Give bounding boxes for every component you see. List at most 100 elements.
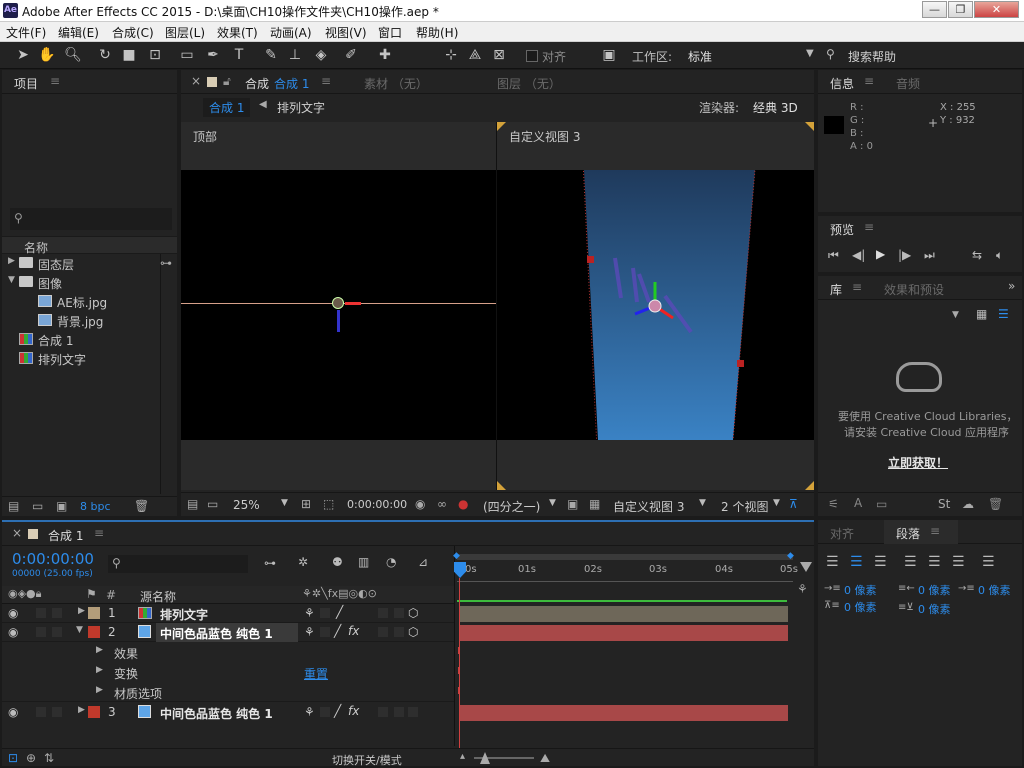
in-out-panes-icon[interactable]: ⇅ — [44, 751, 54, 765]
eraser-tool-icon[interactable]: ◈ — [312, 46, 330, 64]
always-preview-icon[interactable]: ▤ — [187, 497, 198, 511]
indent-first-value[interactable]: 0 像素 — [978, 582, 1011, 598]
solo-switch[interactable] — [36, 627, 46, 637]
local-axis-icon[interactable]: ⊹ — [442, 46, 460, 64]
align-center-icon[interactable]: ☰ — [850, 554, 863, 570]
workspace-dropdown-icon[interactable]: ▼ — [806, 48, 814, 59]
transparency-grid-icon[interactable]: ▦ — [589, 497, 600, 511]
quality-switch-icon[interactable]: ╱ — [334, 624, 341, 638]
zoom-in-icon[interactable]: ⛰ — [540, 751, 550, 766]
transfer-controls-icon[interactable]: ⊕ — [26, 751, 36, 765]
work-area-start-handle[interactable]: ◆ — [453, 551, 460, 561]
workspace-select[interactable]: 标准 — [688, 48, 712, 65]
layer-tab[interactable]: 图层 （无） — [497, 75, 561, 92]
tab-audio[interactable]: 音频 — [896, 75, 920, 92]
motion-blur-switch[interactable] — [394, 608, 404, 618]
resolution-grid-icon[interactable]: ⊞ — [301, 497, 311, 511]
property-name[interactable]: 效果 — [114, 645, 138, 662]
comp-marker-bin-icon[interactable] — [800, 562, 812, 572]
menu-file[interactable]: 文件(F) — [6, 24, 46, 41]
expand-arrow-icon[interactable]: ▶ — [8, 256, 15, 266]
3d-layer-switch-icon[interactable]: ⬡ — [408, 606, 418, 620]
interpret-footage-icon[interactable]: ▤ — [8, 499, 19, 513]
comp-mini-flowchart-icon[interactable]: ⊶ — [264, 556, 276, 570]
collapse-switch[interactable] — [320, 627, 330, 637]
collapse-switch[interactable] — [320, 608, 330, 618]
visibility-eye-icon[interactable]: ◉ — [8, 625, 18, 639]
anchor-point-icon[interactable] — [332, 297, 344, 309]
indent-left-value[interactable]: 0 像素 — [844, 582, 877, 598]
fast-preview-icon[interactable]: ▣ — [567, 497, 578, 511]
shy-switch-icon[interactable]: ⚘ — [304, 705, 315, 719]
tab-align[interactable]: 对齐 — [830, 525, 854, 542]
lock-switch[interactable] — [52, 627, 62, 637]
fx-switch-icon[interactable]: fx — [348, 704, 359, 718]
quality-switch-icon[interactable]: ╱ — [336, 605, 343, 619]
expand-arrow-icon[interactable]: ▶ — [96, 685, 103, 695]
visibility-eye-icon[interactable]: ◉ — [8, 705, 18, 719]
rotate-tool-icon[interactable]: ↻ — [96, 46, 114, 64]
type-tool-icon[interactable]: T — [230, 46, 248, 64]
view-select[interactable]: 自定义视图 3 — [613, 498, 684, 515]
project-search-input[interactable]: ⚲ — [10, 208, 172, 230]
pan-behind-tool-icon[interactable]: ⊡ — [146, 46, 164, 64]
layer-switches-icon[interactable]: ⊡ — [8, 751, 18, 765]
project-panel-title[interactable]: 项目 — [14, 75, 38, 92]
tab-library[interactable]: 库 — [830, 281, 842, 298]
graph-editor-icon[interactable]: ⊿ — [418, 555, 428, 569]
property-name[interactable]: 材质选项 — [114, 685, 162, 702]
label-swatch[interactable] — [88, 607, 100, 619]
3d-layer-switch-icon[interactable]: ⬡ — [408, 625, 418, 639]
next-frame-icon[interactable]: |▶ — [898, 248, 911, 262]
menu-animation[interactable]: 动画(A) — [270, 24, 312, 41]
property-name[interactable]: 变换 — [114, 665, 138, 682]
motion-blur-icon[interactable]: ◔ — [386, 555, 396, 569]
col-source-name[interactable]: 源名称 — [140, 588, 176, 605]
top-view[interactable]: 顶部 — [181, 122, 496, 490]
maximize-button[interactable]: ❐ — [948, 1, 973, 18]
menu-edit[interactable]: 编辑(E) — [58, 24, 99, 41]
visibility-eye-icon[interactable]: ◉ — [8, 606, 18, 620]
comp-button-icon[interactable]: ⚘ — [797, 582, 808, 596]
panel-menu-icon[interactable]: ≡ — [864, 220, 874, 234]
zoom-tool-icon[interactable]: 🔍︎ — [64, 46, 82, 64]
time-ruler[interactable]: 0s 01s 02s 03s 04s 05s — [457, 564, 798, 582]
3d-layer-switch[interactable] — [408, 707, 418, 717]
sync-icon[interactable]: ☁ — [962, 497, 974, 511]
motion-blur-switch[interactable] — [394, 707, 404, 717]
expand-arrow-icon[interactable]: ▶ — [96, 645, 103, 655]
panel-menu-icon[interactable]: ≡ — [94, 526, 104, 540]
work-area-bar[interactable] — [457, 554, 793, 560]
list-item[interactable]: 背景.jpg — [2, 311, 160, 330]
selection-tool-icon[interactable]: ➤ — [14, 46, 32, 64]
top-viewport[interactable] — [181, 170, 496, 440]
property-row-transform[interactable]: ▶ 变换 重置 — [2, 662, 454, 682]
view-axis-icon[interactable]: ⊠ — [490, 46, 508, 64]
property-row-material[interactable]: ▶ 材质选项 — [2, 682, 454, 702]
region-of-interest-icon[interactable]: ⬚ — [323, 497, 334, 511]
lock-icon[interactable]: 🔓︎ — [223, 74, 231, 89]
trash-icon[interactable]: 🗑︎ — [988, 497, 1003, 511]
layer-name[interactable]: 中间色品蓝色 纯色 1 — [160, 625, 273, 642]
prev-frame-icon[interactable]: ◀| — [852, 248, 865, 262]
grid-view-icon[interactable]: ▦ — [976, 307, 987, 321]
space-before-value[interactable]: 0 像素 — [844, 599, 877, 615]
table-row[interactable]: ◉ ▶ 3 中间色品蓝色 纯色 1 ⚘ ╱ fx — [2, 703, 454, 722]
collapse-arrow-icon[interactable]: ▼ — [8, 275, 15, 285]
expand-arrow-icon[interactable]: ▶ — [78, 606, 85, 616]
view-layout-dropdown-icon[interactable]: ▼ — [773, 498, 780, 508]
menu-view[interactable]: 视图(V) — [325, 24, 367, 41]
track-bar-layer-3[interactable] — [460, 705, 788, 721]
panel-menu-icon[interactable]: ≡ — [930, 524, 940, 538]
motion-blur-switch[interactable] — [394, 627, 404, 637]
add-color-icon[interactable]: ⚟ — [828, 497, 839, 511]
x-axis-arrow[interactable] — [345, 302, 361, 305]
audio-icon[interactable]: 🔈︎ — [996, 248, 1003, 263]
close-tab-icon[interactable]: × — [12, 526, 22, 540]
collapse-arrow-icon[interactable]: ▼ — [76, 625, 83, 635]
minimize-button[interactable]: — — [922, 1, 947, 18]
comp-tab-label[interactable]: 合成 — [245, 75, 269, 92]
tab-info[interactable]: 信息 — [830, 75, 854, 92]
panel-menu-icon[interactable]: ≡ — [852, 280, 862, 294]
adjustment-switch[interactable] — [378, 627, 388, 637]
